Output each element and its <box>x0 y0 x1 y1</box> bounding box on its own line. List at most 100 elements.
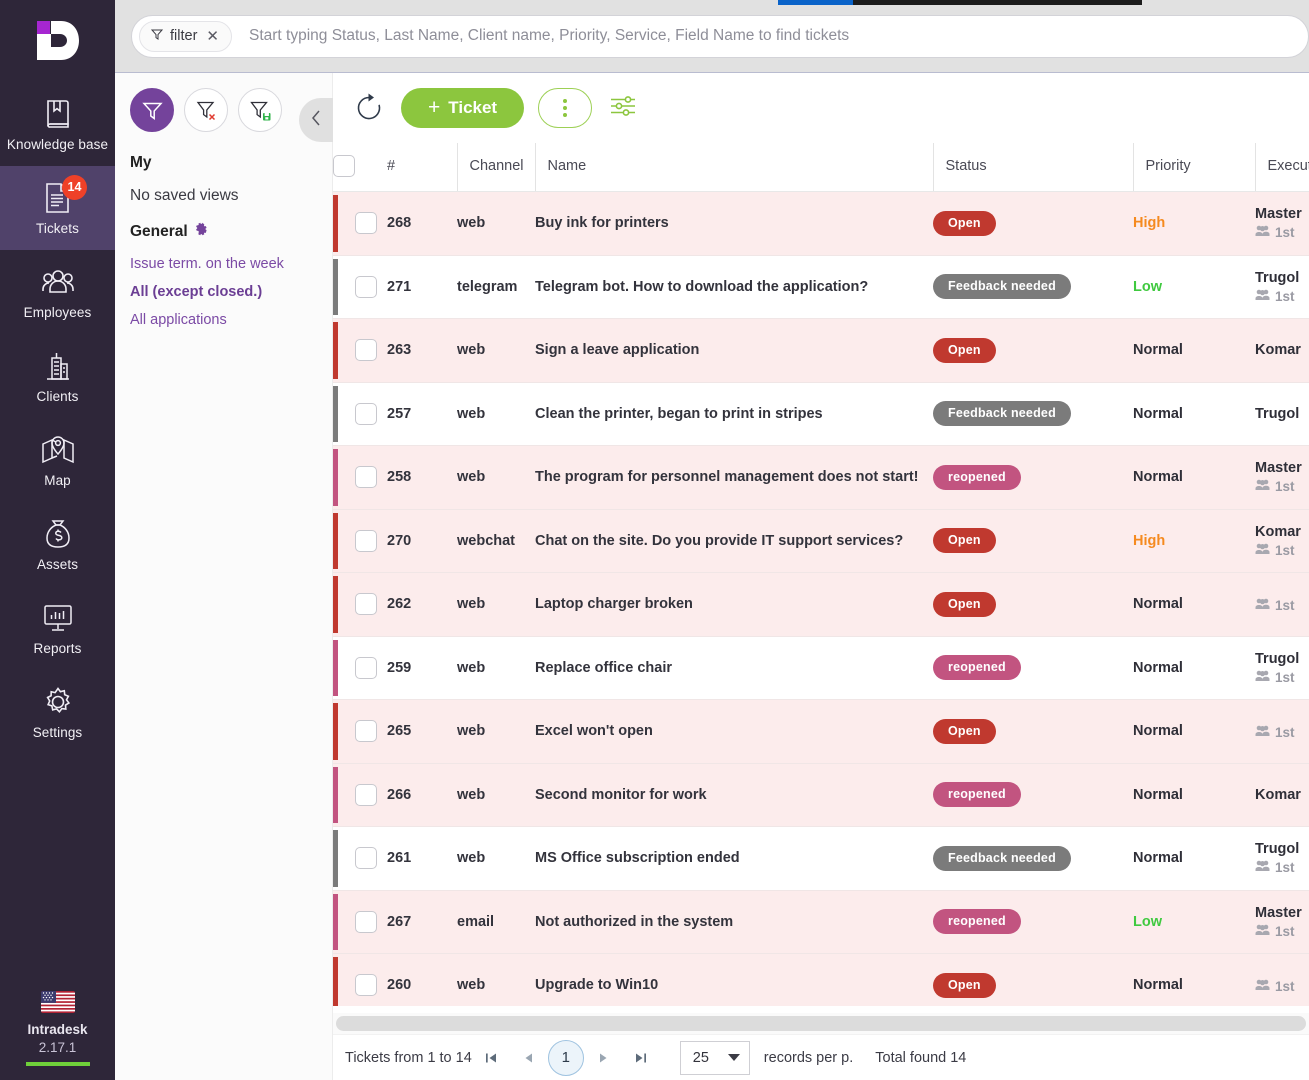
more-actions-button[interactable] <box>538 88 592 128</box>
cell-ticket-number: 258 <box>387 446 457 510</box>
column-header-name[interactable]: Name <box>535 143 933 192</box>
row-checkbox[interactable] <box>355 593 377 615</box>
us-flag-icon[interactable] <box>41 991 75 1013</box>
table-row[interactable]: 262webLaptop charger brokenOpenNormal1st <box>333 573 1309 637</box>
cell-status: Open <box>933 192 1133 256</box>
clear-filter-button[interactable] <box>184 88 228 132</box>
table-row[interactable]: 268webBuy ink for printersOpenHighMaster… <box>333 192 1309 256</box>
ticket-name-link[interactable]: Excel won't open <box>535 723 653 739</box>
ticket-name-link[interactable]: The program for personnel management doe… <box>535 469 919 485</box>
sidebar-item-employees[interactable]: Employees <box>0 250 115 334</box>
row-checkbox[interactable] <box>355 784 377 806</box>
first-page-icon[interactable] <box>472 1041 510 1075</box>
save-filter-button[interactable] <box>238 88 282 132</box>
table-row[interactable]: 259webReplace office chairreopenedNormal… <box>333 636 1309 700</box>
sidebar-item-tickets[interactable]: 14 Tickets <box>0 166 115 250</box>
ticket-name-link[interactable]: Laptop charger broken <box>535 596 693 612</box>
executor-group-label: 1st <box>1275 289 1295 304</box>
column-settings-button[interactable] <box>606 91 640 125</box>
table-row[interactable]: 261webMS Office subscription endedFeedba… <box>333 827 1309 891</box>
intradesk-logo-icon[interactable] <box>0 0 115 82</box>
channel-value: web <box>457 406 485 422</box>
status-badge: reopened <box>933 465 1021 490</box>
gear-icon[interactable] <box>194 222 208 241</box>
column-header-executor[interactable]: Executor <box>1255 143 1309 192</box>
executor-name: Master <box>1255 206 1309 222</box>
sidebar-item-settings[interactable]: Settings <box>0 670 115 754</box>
select-all-checkbox[interactable] <box>333 155 355 177</box>
apply-filter-button[interactable] <box>130 88 174 132</box>
executor-group-label: 1st <box>1275 924 1295 939</box>
content-body: My No saved views General Issue term. on… <box>115 73 1309 1080</box>
priority-value: High <box>1133 533 1165 549</box>
close-icon[interactable]: ✕ <box>204 29 219 44</box>
row-checkbox[interactable] <box>355 720 377 742</box>
last-page-icon[interactable] <box>622 1041 660 1075</box>
ticket-name-link[interactable]: Replace office chair <box>535 660 672 676</box>
cell-executor: Trugol1st <box>1255 827 1309 891</box>
row-checkbox[interactable] <box>355 339 377 361</box>
row-checkbox[interactable] <box>355 530 377 552</box>
status-badge: reopened <box>933 782 1021 807</box>
executor-group: 1st <box>1255 725 1309 740</box>
executor-group: 1st <box>1255 289 1309 304</box>
sidebar-item-assets[interactable]: Assets <box>0 502 115 586</box>
ticket-name-link[interactable]: Clean the printer, began to print in str… <box>535 406 823 422</box>
scrollbar-thumb[interactable] <box>336 1016 1306 1031</box>
create-ticket-button[interactable]: + Ticket <box>401 88 524 128</box>
ticket-name-link[interactable]: Upgrade to Win10 <box>535 977 658 993</box>
table-row[interactable]: 267emailNot authorized in the systemreop… <box>333 890 1309 954</box>
table-row[interactable]: 271telegramTelegram bot. How to download… <box>333 255 1309 319</box>
cell-priority: High <box>1133 509 1255 573</box>
sidebar-item-map[interactable]: Map <box>0 418 115 502</box>
saved-view-item[interactable]: Issue term. on the week <box>130 254 332 276</box>
column-header-status[interactable]: Status <box>933 143 1133 192</box>
ticket-name-link[interactable]: Second monitor for work <box>535 787 707 803</box>
ticket-name-link[interactable]: MS Office subscription ended <box>535 850 740 866</box>
sidebar-item-reports[interactable]: Reports <box>0 586 115 670</box>
cell-executor: Master1st <box>1255 890 1309 954</box>
ticket-number: 260 <box>387 977 411 993</box>
ticket-name-link[interactable]: Buy ink for printers <box>535 215 669 231</box>
current-page-button[interactable]: 1 <box>548 1040 584 1076</box>
kebab-menu-icon <box>563 99 567 117</box>
table-row[interactable]: 260webUpgrade to Win10OpenNormal1st <box>333 954 1309 1007</box>
saved-view-item[interactable]: All applications <box>130 310 332 332</box>
search-box[interactable]: filter ✕ <box>131 15 1309 58</box>
ticket-name-link[interactable]: Sign a leave application <box>535 342 699 358</box>
column-header-number[interactable]: # <box>387 143 457 192</box>
row-checkbox[interactable] <box>355 847 377 869</box>
cell-status: reopened <box>933 763 1133 827</box>
next-page-icon[interactable] <box>584 1041 622 1075</box>
row-checkbox[interactable] <box>355 657 377 679</box>
sidebar-item-knowledge-base[interactable]: Knowledge base <box>0 82 115 166</box>
row-checkbox[interactable] <box>355 466 377 488</box>
status-badge: Feedback needed <box>933 274 1071 299</box>
ticket-name-link[interactable]: Telegram bot. How to download the applic… <box>535 279 868 295</box>
reload-icon[interactable] <box>351 90 387 126</box>
prev-page-icon[interactable] <box>510 1041 548 1075</box>
filter-chip[interactable]: filter ✕ <box>139 21 232 52</box>
row-checkbox[interactable] <box>355 403 377 425</box>
cell-channel: email <box>457 890 535 954</box>
table-row[interactable]: 258webThe program for personnel manageme… <box>333 446 1309 510</box>
table-row[interactable]: 263webSign a leave applicationOpenNormal… <box>333 319 1309 383</box>
saved-view-item-selected[interactable]: All (except closed.) <box>130 282 332 304</box>
row-checkbox[interactable] <box>355 276 377 298</box>
row-checkbox[interactable] <box>355 911 377 933</box>
horizontal-scrollbar[interactable] <box>333 1013 1309 1034</box>
page-size-select[interactable]: 25 <box>680 1041 750 1075</box>
table-row[interactable]: 265webExcel won't openOpenNormal1st <box>333 700 1309 764</box>
table-row[interactable]: 270webchatChat on the site. Do you provi… <box>333 509 1309 573</box>
row-checkbox[interactable] <box>355 212 377 234</box>
ticket-name-link[interactable]: Not authorized in the system <box>535 914 733 930</box>
search-input[interactable] <box>232 16 1302 56</box>
column-header-channel[interactable]: Channel <box>457 143 535 192</box>
table-row[interactable]: 266webSecond monitor for workreopenedNor… <box>333 763 1309 827</box>
table-row[interactable]: 257webClean the printer, began to print … <box>333 382 1309 446</box>
column-header-priority[interactable]: Priority <box>1133 143 1255 192</box>
ticket-name-link[interactable]: Chat on the site. Do you provide IT supp… <box>535 533 903 549</box>
executor-group: 1st <box>1255 598 1309 613</box>
sidebar-item-clients[interactable]: Clients <box>0 334 115 418</box>
row-checkbox[interactable] <box>355 974 377 996</box>
